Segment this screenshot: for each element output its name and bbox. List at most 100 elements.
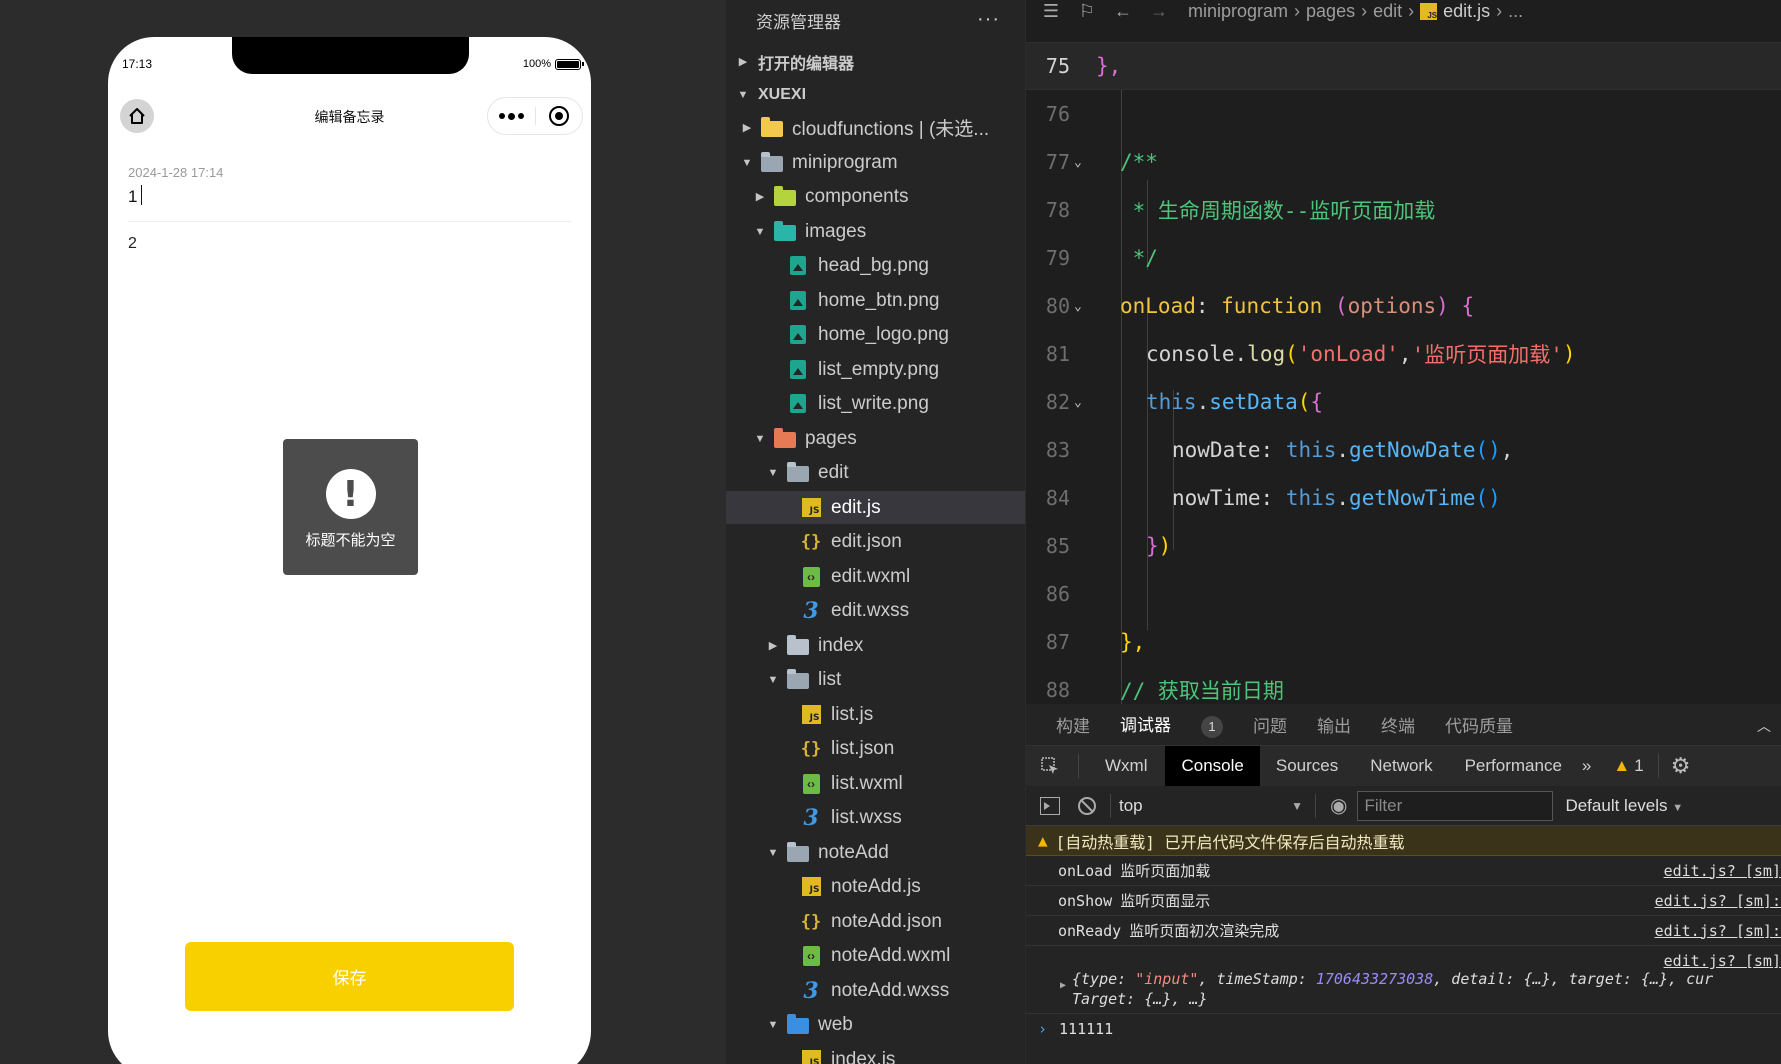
code-line[interactable]: 79 */ — [1026, 234, 1781, 282]
tree-item[interactable]: 3 list.wxss — [726, 801, 1025, 834]
back-arrow-icon[interactable]: ← — [1112, 1, 1134, 22]
code-line[interactable]: 85 }) — [1026, 522, 1781, 570]
log-source-link[interactable]: edit.js? [sm]: — [1655, 922, 1781, 940]
tab-code-quality[interactable]: 代码质量 — [1445, 712, 1513, 737]
tree-item[interactable]: ▼ pages — [726, 422, 1025, 455]
bookmark-icon[interactable]: ⚐ — [1076, 1, 1098, 22]
tree-item[interactable]: head_bg.png — [726, 249, 1025, 282]
tree-item[interactable]: 3 noteAdd.wxss — [726, 974, 1025, 1007]
log-source-link[interactable]: edit.js? [sm]: — [1655, 892, 1781, 910]
breadcrumb-item[interactable]: pages — [1306, 1, 1355, 22]
explorer-more-button[interactable]: ··· — [977, 8, 1000, 31]
tab-network[interactable]: Network — [1354, 746, 1448, 786]
chevron-down-icon[interactable]: ▼ — [766, 467, 780, 479]
more-tabs-button[interactable]: » — [1578, 746, 1605, 786]
tree-item[interactable]: 3 edit.wxss — [726, 594, 1025, 627]
chevron-down-icon[interactable]: ▼ — [766, 674, 780, 686]
breadcrumb-item[interactable]: edit.js — [1443, 1, 1490, 22]
tab-debugger[interactable]: 调试器 1 — [1120, 711, 1223, 738]
console-object-row[interactable]: edit.js? [sm] ▶ {type: "input", timeStam… — [1026, 946, 1781, 1014]
tree-item[interactable]: ▶ index — [726, 629, 1025, 662]
tree-item[interactable]: {} noteAdd.json — [726, 905, 1025, 938]
eye-icon[interactable]: ◉ — [1330, 793, 1347, 818]
code-line[interactable]: 78 * 生命周期函数--监听页面加载 — [1026, 186, 1781, 234]
code-line[interactable]: 88 // 获取当前日期 — [1026, 666, 1781, 704]
tree-item[interactable]: ▼ list — [726, 663, 1025, 696]
tab-build[interactable]: 构建 — [1056, 712, 1090, 737]
code-line[interactable]: 81 console. log('onLoad', '监听页面加载') — [1026, 330, 1781, 378]
tab-problems[interactable]: 问题 — [1253, 712, 1287, 737]
list-icon[interactable]: ☰ — [1040, 1, 1062, 22]
chevron-down-icon[interactable]: ▼ — [753, 226, 767, 238]
chevron-down-icon[interactable]: ▼ — [766, 847, 780, 859]
clear-console-icon[interactable] — [1078, 796, 1096, 815]
expand-triangle-icon[interactable]: ▶ — [1060, 980, 1066, 991]
tree-item[interactable]: JS index.js — [726, 1043, 1025, 1064]
code-line[interactable]: 84 nowTime: this. getNowTime() — [1026, 474, 1781, 522]
tree-item[interactable]: list_write.png — [726, 387, 1025, 420]
code-line[interactable]: 86 — [1026, 570, 1781, 618]
fold-chevron-icon[interactable]: ⌄ — [1074, 299, 1082, 314]
code-line[interactable]: 77 ⌄ /** — [1026, 138, 1781, 186]
tree-item[interactable]: ▼ web — [726, 1008, 1025, 1041]
tree-item[interactable]: ‹› list.wxml — [726, 767, 1025, 800]
chevron-right-icon[interactable]: ▶ — [753, 190, 767, 203]
chevron-up-icon[interactable]: ︿ — [1757, 716, 1771, 736]
tree-item[interactable]: ▼ edit — [726, 456, 1025, 489]
code-line[interactable]: 82 ⌄ this. setData({ — [1026, 378, 1781, 426]
tree-item[interactable]: {} list.json — [726, 732, 1025, 765]
chevron-down-icon[interactable]: ▼ — [753, 433, 767, 445]
tree-item[interactable]: ‹› noteAdd.wxml — [726, 939, 1025, 972]
tab-terminal[interactable]: 终端 — [1381, 712, 1415, 737]
fold-chevron-icon[interactable]: ⌄ — [1074, 155, 1082, 170]
filter-input[interactable]: Filter — [1357, 790, 1554, 821]
warnings-counter[interactable]: ▲ 1 — [1605, 746, 1651, 786]
tree-item[interactable]: ▼ images — [726, 215, 1025, 248]
tree-item[interactable]: ▶ cloudfunctions | (未选... — [726, 111, 1025, 144]
forward-arrow-icon[interactable]: → — [1148, 1, 1170, 22]
tree-item[interactable]: JS edit.js — [726, 491, 1025, 524]
console-prompt-row[interactable]: › 111111 — [1026, 1014, 1781, 1044]
inspect-element-button[interactable] — [1026, 746, 1078, 786]
code-line[interactable]: 75 }, — [1026, 42, 1781, 90]
breadcrumb-item[interactable]: edit — [1373, 1, 1402, 22]
project-section[interactable]: ▼ XUEXI — [726, 78, 1025, 111]
save-button[interactable]: 保存 — [185, 942, 514, 1011]
tab-console[interactable]: Console — [1165, 746, 1260, 786]
breadcrumb-item[interactable]: ... — [1508, 1, 1523, 22]
open-editors-section[interactable]: ▶ 打开的编辑器 — [726, 45, 1025, 78]
code-line[interactable]: 83 nowDate: this. getNowDate(), — [1026, 426, 1781, 474]
tree-item[interactable]: JS noteAdd.js — [726, 870, 1025, 903]
tree-item[interactable]: ▼ noteAdd — [726, 836, 1025, 869]
log-levels-select[interactable]: Default levels ▼ — [1565, 796, 1683, 816]
tree-item[interactable]: list_empty.png — [726, 353, 1025, 386]
context-select[interactable]: top ▼ — [1111, 792, 1311, 820]
more-menu-button[interactable] — [488, 112, 535, 120]
tree-item[interactable]: ▼ miniprogram — [726, 146, 1025, 179]
tab-wxml[interactable]: Wxml — [1079, 746, 1165, 786]
fold-chevron-icon[interactable]: ⌄ — [1074, 395, 1082, 410]
code-line[interactable]: 76 — [1026, 90, 1781, 138]
tab-sources[interactable]: Sources — [1260, 746, 1354, 786]
log-source-link[interactable]: edit.js? [sm] — [1664, 862, 1781, 880]
tree-item[interactable]: {} edit.json — [726, 525, 1025, 558]
sidebar-toggle-icon[interactable] — [1040, 796, 1060, 815]
code-line[interactable]: 80 ⌄ onLoad: function (options) { — [1026, 282, 1781, 330]
chevron-down-icon[interactable]: ▼ — [766, 1019, 780, 1031]
tree-item[interactable]: home_btn.png — [726, 284, 1025, 317]
tree-item[interactable]: JS list.js — [726, 698, 1025, 731]
chevron-down-icon[interactable]: ▼ — [740, 157, 754, 169]
note-content-textarea[interactable]: 2 — [128, 235, 137, 253]
tab-performance[interactable]: Performance — [1449, 746, 1578, 786]
breadcrumb-item[interactable]: miniprogram — [1188, 1, 1288, 22]
code-line[interactable]: 87 }, — [1026, 618, 1781, 666]
close-miniprogram-button[interactable] — [535, 106, 582, 126]
chevron-right-icon[interactable]: ▶ — [740, 121, 754, 134]
log-source-link[interactable]: edit.js? [sm] — [1664, 952, 1781, 970]
tree-item[interactable]: ‹› edit.wxml — [726, 560, 1025, 593]
tab-output[interactable]: 输出 — [1317, 712, 1351, 737]
tree-item[interactable]: home_logo.png — [726, 318, 1025, 351]
chevron-right-icon[interactable]: ▶ — [766, 639, 780, 652]
note-title-input[interactable]: 1 — [128, 185, 143, 207]
settings-button[interactable]: ⚙ — [1659, 746, 1703, 786]
